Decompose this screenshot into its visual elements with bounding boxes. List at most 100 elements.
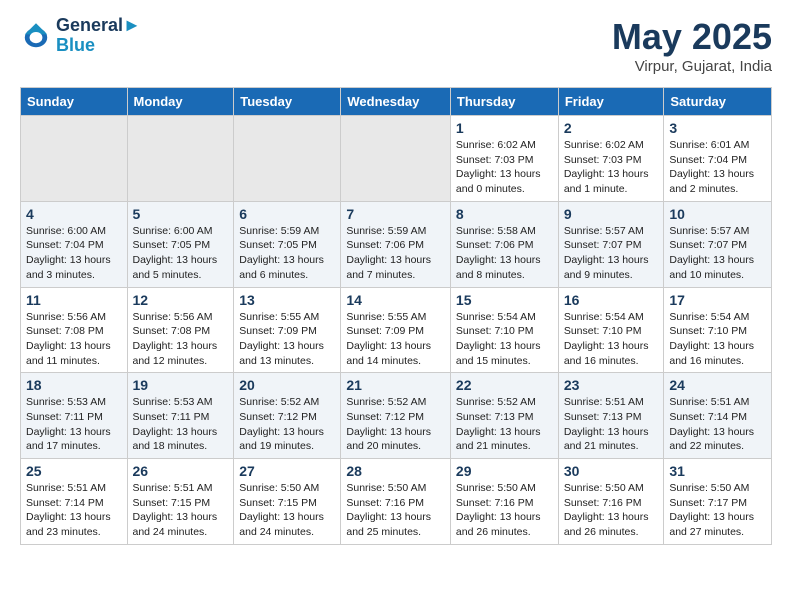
calendar-cell: 25 Sunrise: 5:51 AMSunset: 7:14 PMDayligh… <box>21 459 128 545</box>
calendar-cell: 26Sunrise: 5:51 AMSunset: 7:15 PMDayligh… <box>127 459 234 545</box>
day-info: Sunrise: 5:54 AMSunset: 7:10 PMDaylight:… <box>564 310 659 369</box>
day-number: 4 <box>26 206 122 222</box>
calendar-cell: 13Sunrise: 5:55 AMSunset: 7:09 PMDayligh… <box>234 287 341 373</box>
day-number: 27 <box>239 463 335 479</box>
day-number: 23 <box>564 377 659 393</box>
day-info: Sunrise: 6:02 AMSunset: 7:03 PMDaylight:… <box>564 138 659 197</box>
day-number: 9 <box>564 206 659 222</box>
day-number: 12 <box>133 292 229 308</box>
day-number: 20 <box>239 377 335 393</box>
day-info: Sunrise: 5:50 AMSunset: 7:17 PMDaylight:… <box>669 481 766 540</box>
calendar-cell <box>234 116 341 202</box>
day-number: 1 <box>456 120 553 136</box>
day-number: 14 <box>346 292 445 308</box>
calendar-week-1: 1 Sunrise: 6:02 AMSunset: 7:03 PMDaylight… <box>21 116 772 202</box>
calendar-cell: 15 Sunrise: 5:54 AMSunset: 7:10 PMDayligh… <box>450 287 558 373</box>
location: Virpur, Gujarat, India <box>612 58 772 75</box>
day-info: Sunrise: 5:56 AMSunset: 7:08 PMDaylight:… <box>133 310 229 369</box>
weekday-header-friday: Friday <box>558 88 664 116</box>
weekday-header-wednesday: Wednesday <box>341 88 451 116</box>
calendar-cell: 9 Sunrise: 5:57 AMSunset: 7:07 PMDaylight… <box>558 201 664 287</box>
title-block: May 2025 Virpur, Gujarat, India <box>612 16 772 75</box>
day-info: Sunrise: 5:54 AMSunset: 7:10 PMDaylight:… <box>456 310 553 369</box>
day-info: Sunrise: 5:50 AMSunset: 7:16 PMDaylight:… <box>456 481 553 540</box>
calendar-cell <box>127 116 234 202</box>
day-info: Sunrise: 5:52 AMSunset: 7:12 PMDaylight:… <box>346 395 445 454</box>
day-info: Sunrise: 5:55 AMSunset: 7:09 PMDaylight:… <box>346 310 445 369</box>
calendar-cell: 18 Sunrise: 5:53 AMSunset: 7:11 PMDayligh… <box>21 373 128 459</box>
day-number: 25 <box>26 463 122 479</box>
calendar-cell <box>21 116 128 202</box>
weekday-header-saturday: Saturday <box>664 88 772 116</box>
calendar-cell <box>341 116 451 202</box>
day-number: 24 <box>669 377 766 393</box>
day-number: 26 <box>133 463 229 479</box>
calendar-week-3: 11 Sunrise: 5:56 AMSunset: 7:08 PMDayligh… <box>21 287 772 373</box>
month-title: May 2025 <box>612 16 772 58</box>
day-info: Sunrise: 5:52 AMSunset: 7:13 PMDaylight:… <box>456 395 553 454</box>
day-number: 15 <box>456 292 553 308</box>
day-number: 2 <box>564 120 659 136</box>
calendar-cell: 1 Sunrise: 6:02 AMSunset: 7:03 PMDaylight… <box>450 116 558 202</box>
day-info: Sunrise: 5:53 AMSunset: 7:11 PMDaylight:… <box>133 395 229 454</box>
calendar-cell: 3 Sunrise: 6:01 AMSunset: 7:04 PMDaylight… <box>664 116 772 202</box>
calendar-cell: 2 Sunrise: 6:02 AMSunset: 7:03 PMDaylight… <box>558 116 664 202</box>
calendar-cell: 4 Sunrise: 6:00 AMSunset: 7:04 PMDaylight… <box>21 201 128 287</box>
day-number: 3 <box>669 120 766 136</box>
day-info: Sunrise: 5:51 AMSunset: 7:13 PMDaylight:… <box>564 395 659 454</box>
calendar-cell: 27 Sunrise: 5:50 AMSunset: 7:15 PMDayligh… <box>234 459 341 545</box>
calendar-cell: 23 Sunrise: 5:51 AMSunset: 7:13 PMDayligh… <box>558 373 664 459</box>
day-info: Sunrise: 5:53 AMSunset: 7:11 PMDaylight:… <box>26 395 122 454</box>
calendar-cell: 6 Sunrise: 5:59 AMSunset: 7:05 PMDaylight… <box>234 201 341 287</box>
day-number: 13 <box>239 292 335 308</box>
day-info: Sunrise: 6:01 AMSunset: 7:04 PMDaylight:… <box>669 138 766 197</box>
header: General► Blue May 2025 Virpur, Gujarat, … <box>20 16 772 75</box>
calendar-week-2: 4 Sunrise: 6:00 AMSunset: 7:04 PMDaylight… <box>21 201 772 287</box>
day-info: Sunrise: 5:57 AMSunset: 7:07 PMDaylight:… <box>564 224 659 283</box>
day-number: 22 <box>456 377 553 393</box>
calendar-cell: 7 Sunrise: 5:59 AMSunset: 7:06 PMDaylight… <box>341 201 451 287</box>
day-info: Sunrise: 6:00 AMSunset: 7:05 PMDaylight:… <box>133 224 229 283</box>
day-info: Sunrise: 5:54 AMSunset: 7:10 PMDaylight:… <box>669 310 766 369</box>
day-number: 29 <box>456 463 553 479</box>
day-number: 10 <box>669 206 766 222</box>
day-number: 16 <box>564 292 659 308</box>
weekday-header-tuesday: Tuesday <box>234 88 341 116</box>
calendar-cell: 8 Sunrise: 5:58 AMSunset: 7:06 PMDaylight… <box>450 201 558 287</box>
day-info: Sunrise: 5:58 AMSunset: 7:06 PMDaylight:… <box>456 224 553 283</box>
weekday-header-sunday: Sunday <box>21 88 128 116</box>
calendar-cell: 31 Sunrise: 5:50 AMSunset: 7:17 PMDayligh… <box>664 459 772 545</box>
day-number: 8 <box>456 206 553 222</box>
calendar-cell: 28 Sunrise: 5:50 AMSunset: 7:16 PMDayligh… <box>341 459 451 545</box>
day-number: 28 <box>346 463 445 479</box>
day-number: 11 <box>26 292 122 308</box>
weekday-header-monday: Monday <box>127 88 234 116</box>
day-info: Sunrise: 5:50 AMSunset: 7:16 PMDaylight:… <box>564 481 659 540</box>
day-info: Sunrise: 5:50 AMSunset: 7:15 PMDaylight:… <box>239 481 335 540</box>
day-number: 18 <box>26 377 122 393</box>
day-number: 31 <box>669 463 766 479</box>
calendar-cell: 5 Sunrise: 6:00 AMSunset: 7:05 PMDaylight… <box>127 201 234 287</box>
day-number: 7 <box>346 206 445 222</box>
day-info: Sunrise: 5:50 AMSunset: 7:16 PMDaylight:… <box>346 481 445 540</box>
calendar-table: SundayMondayTuesdayWednesdayThursdayFrid… <box>20 87 772 545</box>
calendar-cell: 29 Sunrise: 5:50 AMSunset: 7:16 PMDayligh… <box>450 459 558 545</box>
day-info: Sunrise: 5:59 AMSunset: 7:05 PMDaylight:… <box>239 224 335 283</box>
calendar-week-5: 25 Sunrise: 5:51 AMSunset: 7:14 PMDayligh… <box>21 459 772 545</box>
calendar-cell: 17Sunrise: 5:54 AMSunset: 7:10 PMDayligh… <box>664 287 772 373</box>
day-number: 19 <box>133 377 229 393</box>
day-info: Sunrise: 5:57 AMSunset: 7:07 PMDaylight:… <box>669 224 766 283</box>
calendar-cell: 12 Sunrise: 5:56 AMSunset: 7:08 PMDayligh… <box>127 287 234 373</box>
day-info: Sunrise: 5:51 AMSunset: 7:14 PMDaylight:… <box>26 481 122 540</box>
day-info: Sunrise: 6:00 AMSunset: 7:04 PMDaylight:… <box>26 224 122 283</box>
calendar-cell: 22 Sunrise: 5:52 AMSunset: 7:13 PMDayligh… <box>450 373 558 459</box>
day-info: Sunrise: 5:51 AMSunset: 7:14 PMDaylight:… <box>669 395 766 454</box>
calendar-cell: 30Sunrise: 5:50 AMSunset: 7:16 PMDayligh… <box>558 459 664 545</box>
calendar-cell: 24 Sunrise: 5:51 AMSunset: 7:14 PMDayligh… <box>664 373 772 459</box>
day-info: Sunrise: 6:02 AMSunset: 7:03 PMDaylight:… <box>456 138 553 197</box>
calendar-cell: 20Sunrise: 5:52 AMSunset: 7:12 PMDayligh… <box>234 373 341 459</box>
day-info: Sunrise: 5:59 AMSunset: 7:06 PMDaylight:… <box>346 224 445 283</box>
day-number: 5 <box>133 206 229 222</box>
day-number: 6 <box>239 206 335 222</box>
calendar-week-4: 18 Sunrise: 5:53 AMSunset: 7:11 PMDayligh… <box>21 373 772 459</box>
